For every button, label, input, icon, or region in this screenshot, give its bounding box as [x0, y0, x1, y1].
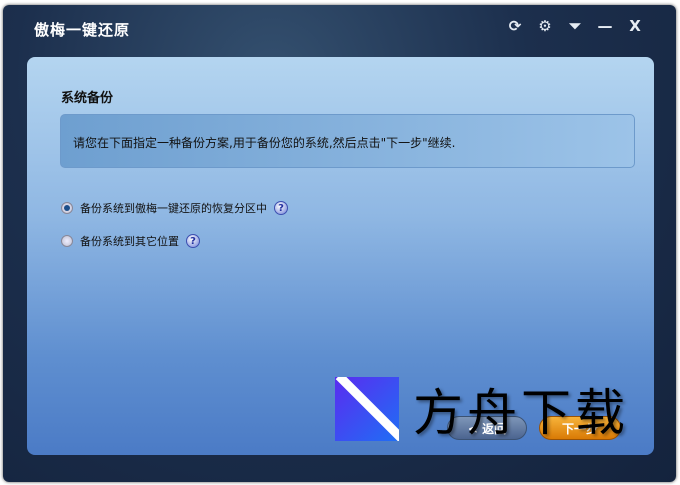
content-panel: 系统备份 请您在下面指定一种备份方案,用于备份您的系统,然后点击"下一步"继续.… [27, 57, 654, 455]
option-other-location[interactable]: 备份系统到其它位置 ? [61, 233, 200, 249]
page-title: 系统备份 [61, 91, 114, 106]
back-button[interactable]: < 返回 [447, 416, 527, 440]
option-label: 备份系统到其它位置 [80, 235, 179, 248]
minimize-icon[interactable]: — [596, 17, 614, 35]
refresh-icon[interactable]: ⟳ [506, 17, 524, 35]
help-icon[interactable]: ? [186, 234, 200, 248]
info-box: 请您在下面指定一种备份方案,用于备份您的系统,然后点击"下一步"继续. [60, 114, 635, 168]
radio-unselected[interactable] [61, 235, 73, 247]
next-button[interactable]: 下一步 [539, 416, 621, 440]
app-window: 傲梅一键还原 ⟳ ⚙ ⏷ — X 系统备份 请您在下面指定一种备份方案,用于备份… [3, 5, 676, 482]
menu-down-icon[interactable]: ⏷ [566, 17, 584, 35]
radio-selected[interactable] [61, 202, 73, 214]
close-icon[interactable]: X [626, 17, 644, 35]
help-icon[interactable]: ? [274, 201, 288, 215]
gear-icon[interactable]: ⚙ [536, 17, 554, 35]
option-recovery-partition[interactable]: 备份系统到傲梅一键还原的恢复分区中 ? [61, 200, 288, 216]
option-label: 备份系统到傲梅一键还原的恢复分区中 [80, 202, 267, 215]
window-title: 傲梅一键还原 [34, 21, 131, 39]
window-controls: ⟳ ⚙ ⏷ — X [506, 17, 644, 35]
